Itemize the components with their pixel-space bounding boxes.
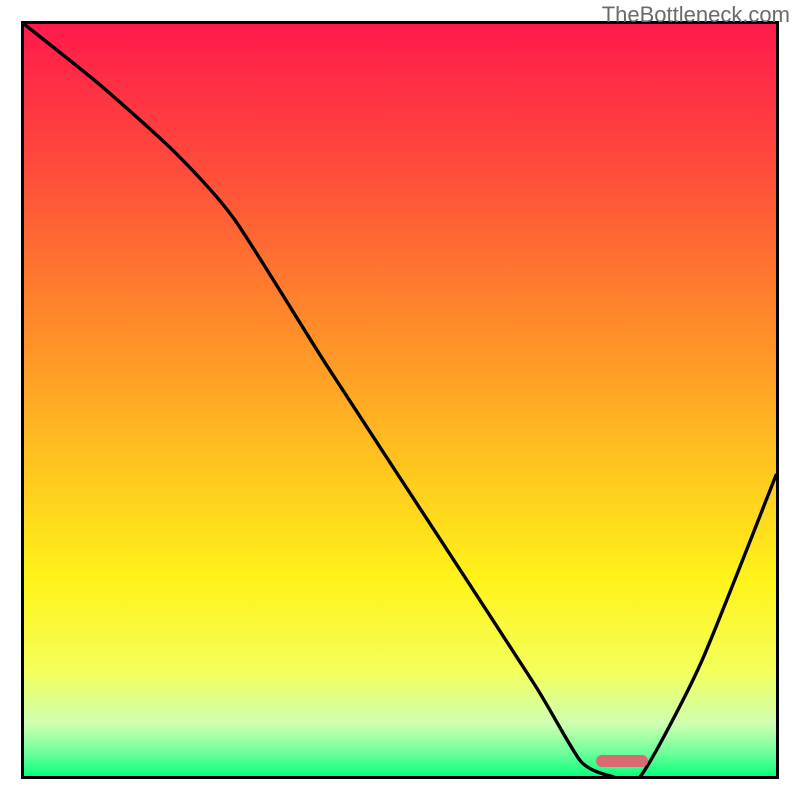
optimal-range-marker xyxy=(596,755,649,767)
bottleneck-curve xyxy=(24,24,776,776)
watermark-text: TheBottleneck.com xyxy=(602,2,790,28)
plot-area xyxy=(21,21,779,779)
chart-frame: TheBottleneck.com xyxy=(0,0,800,800)
